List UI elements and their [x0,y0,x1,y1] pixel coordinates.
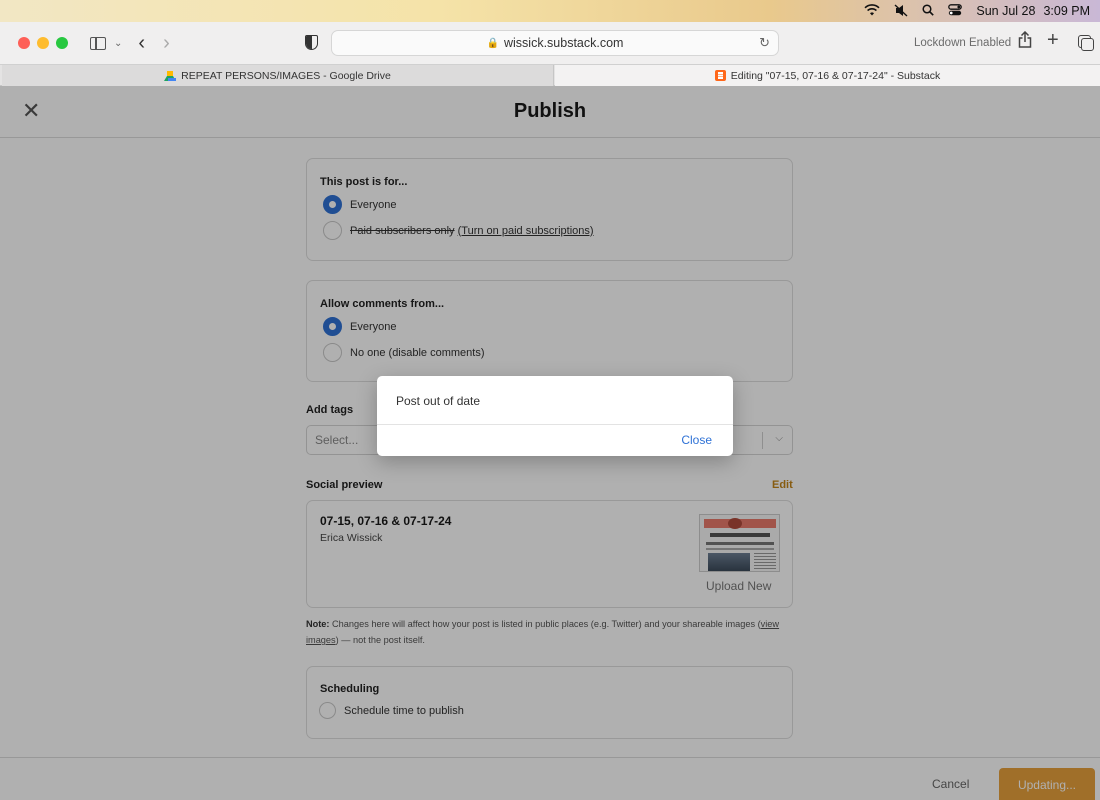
url-text: wissick.substack.com [503,36,624,50]
search-icon[interactable] [922,4,935,18]
tab-label: REPEAT PERSONS/IMAGES - Google Drive [181,69,391,82]
tab-strip: REPEAT PERSONS/IMAGES - Google Drive Edi… [0,64,1100,86]
mute-icon[interactable] [894,3,908,19]
dialog-close-button[interactable]: Close [681,433,712,447]
tab-substack-editor[interactable]: Editing "07-15, 07-16 & 07-17-24" - Subs… [555,65,1100,86]
zoom-window-button[interactable] [56,37,68,49]
minimize-window-button[interactable] [37,37,49,49]
menu-bar-time: 3:09 PM [1043,4,1090,18]
tab-google-drive[interactable]: REPEAT PERSONS/IMAGES - Google Drive [2,65,554,86]
new-tab-icon[interactable]: + [1047,29,1059,52]
back-arrow-icon[interactable]: ‹ [138,32,145,55]
dialog-divider [377,424,733,425]
wifi-icon[interactable] [864,4,880,18]
reload-icon[interactable]: ↻ [759,35,770,51]
google-drive-icon [164,70,177,81]
window-controls [18,37,68,49]
privacy-shield-icon[interactable] [305,35,318,50]
lock-icon: 🔒 [486,37,499,49]
chevron-down-icon[interactable]: ⌄ [114,38,122,49]
lockdown-label: Lockdown Enabled [914,37,1012,49]
share-icon[interactable] [1018,30,1032,53]
tab-overview-icon[interactable] [1078,35,1094,51]
address-bar[interactable]: 🔒 wissick.substack.com ↻ [331,30,779,56]
substack-icon [714,70,726,81]
menu-bar-clock[interactable]: Sun Jul 28 3:09 PM [976,4,1090,18]
post-out-of-date-dialog: Post out of date Close [377,376,733,456]
control-center-icon[interactable] [948,4,963,18]
menu-bar-date: Sun Jul 28 [976,4,1036,18]
dialog-message: Post out of date [396,394,481,408]
menu-bar: Sun Jul 28 3:09 PM [0,0,1100,22]
tab-label: Editing "07-15, 07-16 & 07-17-24" - Subs… [730,69,941,82]
forward-arrow-icon[interactable]: › [163,32,170,55]
sidebar-toggle-icon[interactable] [90,36,106,50]
close-window-button[interactable] [18,37,30,49]
